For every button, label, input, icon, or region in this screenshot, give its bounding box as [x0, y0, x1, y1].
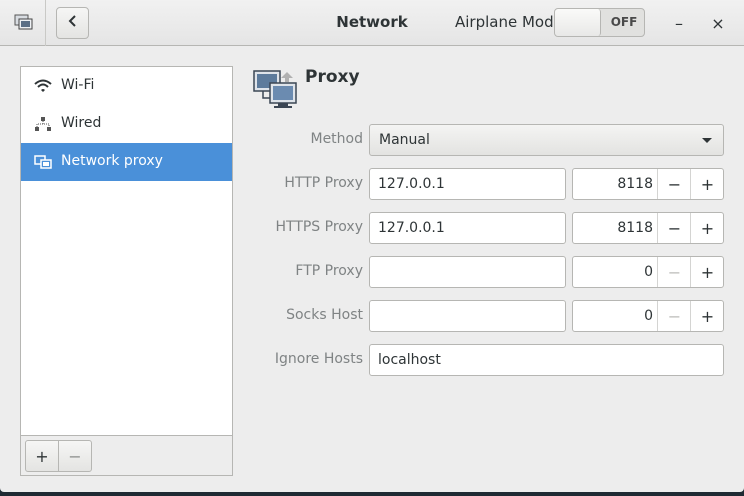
http-proxy-host-value: 127.0.0.1: [378, 176, 445, 192]
sidebar-toolbar: + −: [21, 435, 232, 475]
chevron-left-icon: [67, 14, 79, 32]
http-proxy-host-input[interactable]: 127.0.0.1: [369, 168, 566, 200]
ignore-hosts-value: localhost: [378, 352, 441, 368]
ftp-proxy-label: FTP Proxy: [295, 263, 363, 279]
add-connection-button[interactable]: +: [25, 440, 59, 472]
https-port-increment-button[interactable]: +: [690, 213, 724, 243]
airplane-mode-label: Airplane Mode: [455, 13, 563, 31]
minus-icon: −: [68, 446, 82, 466]
socks-host-input[interactable]: [369, 300, 566, 332]
https-port-decrement-button[interactable]: −: [657, 213, 691, 243]
http-port-increment-button[interactable]: +: [690, 169, 724, 199]
sidebar-item-wifi[interactable]: Wi-Fi: [21, 67, 232, 105]
http-proxy-port-spinner[interactable]: 8118 − +: [572, 168, 724, 200]
plus-icon: +: [35, 446, 49, 466]
https-proxy-host-input[interactable]: 127.0.0.1: [369, 212, 566, 244]
sidebar-item-label: Network proxy: [61, 153, 163, 169]
ftp-proxy-port-spinner[interactable]: 0 − +: [572, 256, 724, 288]
http-port-decrement-button[interactable]: −: [657, 169, 691, 199]
https-proxy-port-value[interactable]: 8118: [577, 220, 653, 236]
remove-connection-button[interactable]: −: [58, 440, 92, 472]
close-icon: ×: [711, 13, 725, 33]
ftp-port-increment-button[interactable]: +: [690, 257, 724, 287]
socks-port-value[interactable]: 0: [577, 308, 653, 324]
network-settings-window: Network Airplane Mode OFF – × Wi-Fi Wire…: [0, 0, 744, 492]
socks-host-label: Socks Host: [286, 307, 363, 323]
ignore-hosts-label: Ignore Hosts: [274, 351, 363, 367]
switch-slider[interactable]: [555, 9, 601, 36]
minimize-icon: –: [675, 13, 683, 33]
network-proxy-icon: [34, 154, 52, 170]
wired-icon: [34, 116, 52, 132]
sidebar-item-label: Wi-Fi: [61, 77, 95, 93]
wifi-icon: [34, 78, 52, 94]
window-title: Network: [336, 13, 408, 31]
ftp-proxy-port-value[interactable]: 0: [577, 264, 653, 280]
ignore-hosts-input[interactable]: localhost: [369, 344, 724, 376]
chevron-down-icon: [702, 138, 712, 143]
header-separator: [45, 0, 46, 46]
switch-state-label: OFF: [610, 15, 638, 29]
socks-port-spinner[interactable]: 0 − +: [572, 300, 724, 332]
proxy-title: Proxy: [305, 67, 360, 87]
header-bar: Network Airplane Mode OFF – ×: [0, 0, 744, 46]
http-proxy-label: HTTP Proxy: [284, 175, 363, 191]
close-button[interactable]: ×: [707, 12, 729, 34]
method-dropdown[interactable]: Manual: [369, 124, 724, 156]
http-proxy-port-value[interactable]: 8118: [577, 176, 653, 192]
socks-port-decrement-button[interactable]: −: [657, 301, 691, 331]
https-proxy-host-value: 127.0.0.1: [378, 220, 445, 236]
method-value: Manual: [379, 132, 430, 148]
airplane-mode-switch[interactable]: OFF: [554, 8, 645, 37]
method-label: Method: [310, 131, 363, 147]
proxy-icon: [253, 68, 299, 110]
ftp-port-decrement-button[interactable]: −: [657, 257, 691, 287]
sidebar-item-label: Wired: [61, 115, 102, 131]
ftp-proxy-host-input[interactable]: [369, 256, 566, 288]
minimize-button[interactable]: –: [668, 12, 690, 34]
https-proxy-label: HTTPS Proxy: [275, 219, 363, 235]
socks-port-increment-button[interactable]: +: [690, 301, 724, 331]
back-button[interactable]: [56, 7, 89, 39]
https-proxy-port-spinner[interactable]: 8118 − +: [572, 212, 724, 244]
network-app-icon: [14, 13, 34, 33]
